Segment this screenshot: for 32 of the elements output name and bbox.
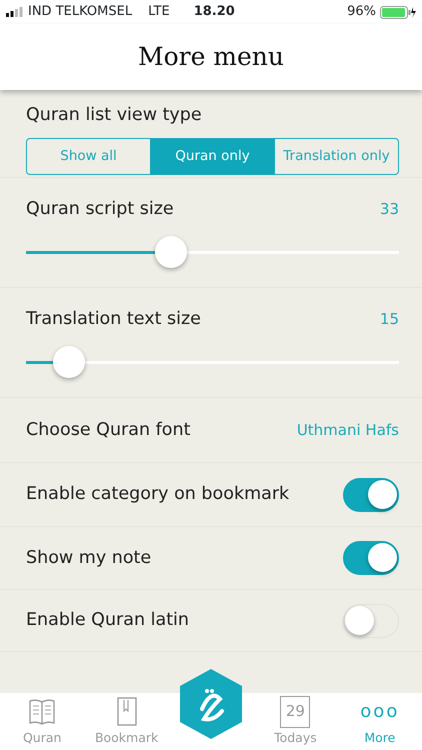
setting-label: Translation text size bbox=[26, 308, 201, 331]
setting-label: Enable Quran latin bbox=[26, 609, 190, 632]
slider-thumb[interactable] bbox=[155, 236, 188, 268]
slider-value: 15 bbox=[380, 308, 399, 330]
setting-label: Quran script size bbox=[26, 198, 174, 221]
app-logo-button[interactable] bbox=[180, 669, 242, 739]
slider-value: 33 bbox=[380, 198, 399, 220]
network-type: LTE bbox=[148, 3, 170, 22]
tab-label[interactable]: Bookmark bbox=[94, 729, 158, 748]
calendar-icon[interactable]: 29 bbox=[280, 696, 310, 728]
page-title: More menu bbox=[138, 41, 284, 74]
setting-label: Choose Quran font bbox=[26, 418, 190, 442]
slider-thumb[interactable] bbox=[52, 346, 85, 378]
setting-label: Quran list view type bbox=[26, 104, 203, 127]
battery-icon bbox=[380, 6, 416, 18]
tab-label[interactable]: More bbox=[364, 729, 396, 748]
toggle-switch[interactable] bbox=[343, 541, 399, 575]
setting-label: Show my note bbox=[26, 546, 152, 570]
clock-time: 18.20 bbox=[194, 3, 235, 22]
setting-value[interactable]: Uthmani Hafs bbox=[296, 418, 399, 442]
battery-percent: 96% bbox=[347, 3, 376, 22]
carrier-name: IND TELKOMSEL bbox=[28, 3, 132, 22]
book-icon[interactable] bbox=[28, 697, 56, 726]
signal-icon bbox=[6, 7, 24, 17]
setting-label: Enable category on bookmark bbox=[26, 483, 290, 506]
segment-tab[interactable]: Quran only bbox=[150, 139, 274, 174]
toggle-switch[interactable] bbox=[343, 478, 399, 512]
segment-tab[interactable]: Translation only bbox=[274, 139, 398, 174]
more-dots-icon[interactable]: ooo bbox=[360, 703, 400, 722]
tab-label[interactable]: Quran bbox=[22, 729, 62, 748]
segment-tab[interactable]: Show all bbox=[27, 139, 150, 174]
tab-label[interactable]: Todays bbox=[274, 729, 317, 748]
